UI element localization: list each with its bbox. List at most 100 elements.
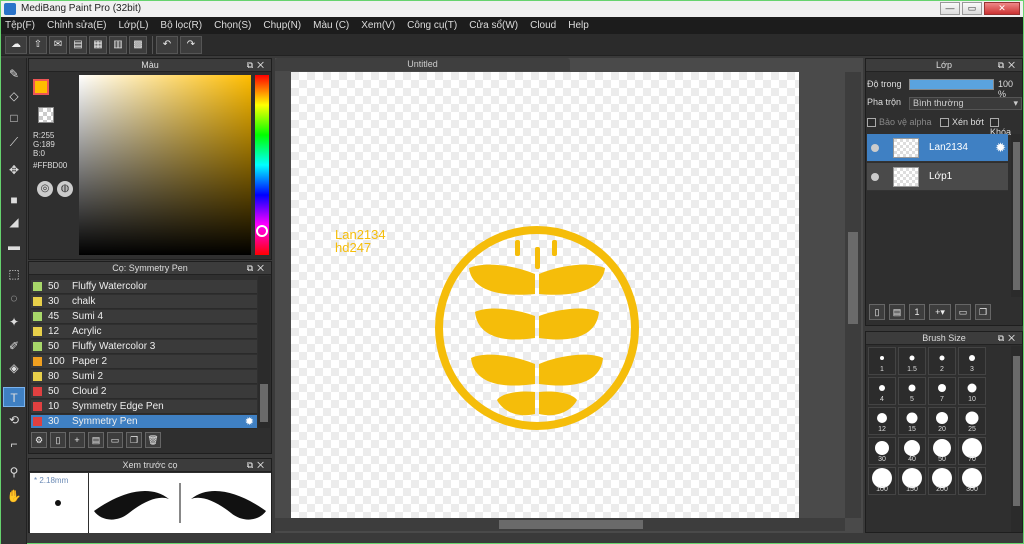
menu-select[interactable]: Chọn(S) xyxy=(214,20,251,31)
brush-size-cell[interactable]: 3 xyxy=(958,347,986,375)
operation-tool-icon[interactable]: ⟲ xyxy=(3,410,25,430)
duplicate-layer-icon[interactable]: ❐ xyxy=(975,304,991,320)
eraser-tool-icon[interactable]: ◇ xyxy=(3,86,25,106)
brush-size-cell[interactable]: 5 xyxy=(898,377,926,405)
palette-add-icon[interactable]: ◍ xyxy=(57,181,73,197)
gear-icon[interactable]: ✹ xyxy=(995,140,1006,156)
canvas-hscroll-thumb[interactable] xyxy=(499,520,643,529)
new-halftone-layer-icon[interactable]: ▤ xyxy=(889,304,905,320)
panel-controls-icon[interactable]: ⧉✕ xyxy=(998,59,1019,72)
menu-filter[interactable]: Bộ lọc(R) xyxy=(160,20,202,31)
brush-row[interactable]: 10 Symmetry Edge Pen xyxy=(31,400,257,414)
brush-row[interactable]: 50 Fluffy Watercolor 3 xyxy=(31,340,257,354)
fill-rect-tool-icon[interactable]: ■ xyxy=(3,190,25,210)
hand-tool-icon[interactable]: ✋ xyxy=(3,486,25,506)
cloud-icon[interactable]: ☁ xyxy=(5,35,27,54)
visibility-icon[interactable] xyxy=(871,173,879,181)
line-tool-icon[interactable]: ⟋ xyxy=(3,132,25,152)
panel-controls-icon[interactable]: ⧉✕ xyxy=(998,332,1019,345)
layer-folder-icon[interactable]: ▭ xyxy=(955,304,971,320)
brush-size-cell[interactable]: 4 xyxy=(868,377,896,405)
visibility-icon[interactable] xyxy=(871,144,879,152)
brush-size-cell[interactable]: 150 xyxy=(898,467,926,495)
grid-icon[interactable]: ▩ xyxy=(129,35,147,54)
redo-icon[interactable]: ↷ xyxy=(180,35,202,54)
opacity-slider[interactable] xyxy=(909,79,994,90)
move-tool-icon[interactable]: ✥ xyxy=(3,160,25,180)
delete-brush-icon[interactable]: 🗑 xyxy=(145,432,161,448)
panel-icon[interactable]: ▤ xyxy=(69,35,87,54)
maximize-button[interactable]: ▭ xyxy=(962,2,982,15)
brush-scroll-thumb[interactable] xyxy=(260,384,268,422)
layer-row-lan2134[interactable]: Lan2134 ✹ xyxy=(867,134,1008,162)
add-brush-icon[interactable]: + xyxy=(69,432,85,448)
brush-row[interactable]: 50 Cloud 2 xyxy=(31,385,257,399)
menu-edit[interactable]: Chỉnh sửa(E) xyxy=(47,20,107,31)
menu-capture[interactable]: Chụp(N) xyxy=(263,20,301,31)
secondary-color-swatch[interactable] xyxy=(38,107,54,123)
brush-property-icon[interactable]: ▤ xyxy=(88,432,104,448)
brush-size-cell[interactable]: 70 xyxy=(958,437,986,465)
brush-size-cell[interactable]: 40 xyxy=(898,437,926,465)
brush-size-cell[interactable]: 2 xyxy=(928,347,956,375)
brush-size-cell[interactable]: 200 xyxy=(928,467,956,495)
canvas-horizontal-scrollbar[interactable] xyxy=(275,518,845,531)
brush-size-scroll-thumb[interactable] xyxy=(1013,356,1020,506)
saturation-value-picker[interactable] xyxy=(79,75,251,255)
canvas-paper[interactable]: Lan2134 hd247 xyxy=(291,72,799,518)
brush-size-cell[interactable]: 1.5 xyxy=(898,347,926,375)
brush-settings-icon[interactable]: ⚙ xyxy=(31,432,47,448)
clipping-checkbox[interactable] xyxy=(940,118,949,128)
brush-size-cell[interactable]: 7 xyxy=(928,377,956,405)
menu-file[interactable]: Tệp(F) xyxy=(5,20,35,31)
layers-icon[interactable]: ▥ xyxy=(109,35,127,54)
menu-cloud[interactable]: Cloud xyxy=(530,20,556,31)
bucket-tool-icon[interactable]: ◢ xyxy=(3,212,25,232)
menu-view[interactable]: Xem(V) xyxy=(361,20,395,31)
brush-size-cell[interactable]: 30 xyxy=(868,437,896,465)
brush-size-cell[interactable]: 50 xyxy=(928,437,956,465)
lock-checkbox[interactable] xyxy=(990,118,999,128)
brush-size-scrollbar[interactable] xyxy=(1011,346,1022,532)
brush-row[interactable]: 12 Acrylic xyxy=(31,325,257,339)
brush-row[interactable]: 100 Paper 2 xyxy=(31,355,257,369)
select-rect-tool-icon[interactable]: ⬚ xyxy=(3,264,25,284)
brush-row[interactable]: 80 Sumi 2 xyxy=(31,370,257,384)
palette-icon[interactable]: ◎ xyxy=(37,181,53,197)
brush-size-cell[interactable]: 100 xyxy=(868,467,896,495)
layer-row-lop1[interactable]: Lớp1 xyxy=(867,163,1008,191)
layers-scrollbar[interactable] xyxy=(1011,134,1022,297)
brush-row[interactable]: 45 Sumi 4 xyxy=(31,310,257,324)
gradient-tool-icon[interactable]: ▬ xyxy=(3,236,25,256)
brush-size-cell[interactable]: 12 xyxy=(868,407,896,435)
new-layer-icon[interactable]: ▯ xyxy=(869,304,885,320)
close-button[interactable]: ✕ xyxy=(984,2,1020,15)
comment-icon[interactable]: ✉ xyxy=(49,35,67,54)
brush-size-cell[interactable]: 300 xyxy=(958,467,986,495)
blend-mode-select[interactable]: Bình thường ▾ xyxy=(909,97,1022,110)
brush-row[interactable]: 50 Fluffy Watercolor xyxy=(31,280,257,294)
brush-size-cell[interactable]: 15 xyxy=(898,407,926,435)
rectangle-tool-icon[interactable]: □ xyxy=(3,108,25,128)
minimize-button[interactable]: — xyxy=(940,2,960,15)
document-icon[interactable]: ▦ xyxy=(89,35,107,54)
brush-row[interactable]: 30 Symmetry Pen ✹ xyxy=(31,415,257,429)
brush-row[interactable]: 30 chalk xyxy=(31,295,257,309)
menu-help[interactable]: Help xyxy=(568,20,589,31)
copy-brush-icon[interactable]: ❐ xyxy=(126,432,142,448)
panel-controls-icon[interactable]: ⧉✕ xyxy=(247,459,268,472)
add-layer-menu-icon[interactable]: +▾ xyxy=(929,304,951,320)
hue-marker[interactable] xyxy=(256,225,268,237)
upload-icon[interactable]: ⇧ xyxy=(29,35,47,54)
canvas-vscroll-thumb[interactable] xyxy=(848,232,858,324)
new-1bit-layer-icon[interactable]: 1 xyxy=(909,304,925,320)
brush-folder-icon[interactable]: ▭ xyxy=(107,432,123,448)
brush-size-cell[interactable]: 1 xyxy=(868,347,896,375)
select-eraser-tool-icon[interactable]: ◈ xyxy=(3,358,25,378)
brush-size-cell[interactable]: 20 xyxy=(928,407,956,435)
document-tab[interactable]: Untitled xyxy=(275,58,570,71)
menu-layer[interactable]: Lớp(L) xyxy=(119,20,149,31)
menu-window[interactable]: Cửa sổ(W) xyxy=(469,20,518,31)
zoom-tool-icon[interactable]: ⚲ xyxy=(3,462,25,482)
brush-scrollbar[interactable] xyxy=(258,276,270,428)
